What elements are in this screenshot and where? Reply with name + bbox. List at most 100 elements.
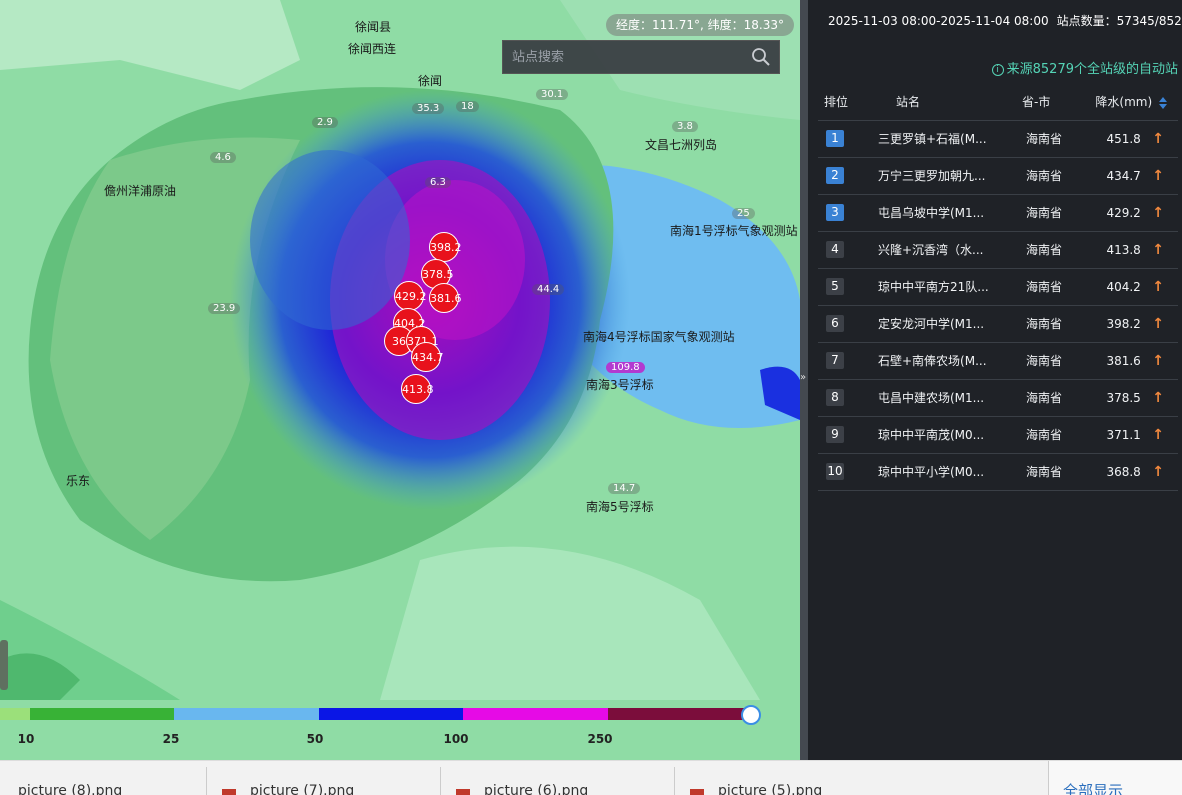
station-count: 站点数量：57345/85279 [1056, 14, 1182, 28]
trend-up-icon: ↑ [1152, 204, 1164, 221]
station-search-input[interactable]: 站点搜索 [502, 40, 780, 74]
station-name[interactable]: 屯昌中建农场(M1... [878, 379, 1010, 417]
table-row[interactable]: 6 定安龙河中学(M1... 海南省 398.2 ↑ [818, 305, 1178, 343]
ranking-panel: 2025-11-03 08:00-2025-11-04 08:00 站点数量：57… [808, 0, 1182, 760]
trend-up-icon: ↑ [1152, 130, 1164, 147]
rank-badge: 6 [826, 315, 844, 332]
table-row[interactable]: 4 兴隆+沉香湾（水... 海南省 413.8 ↑ [818, 231, 1178, 269]
legend-segment [0, 708, 30, 720]
col-rain-sort[interactable]: 降水(mm) [1090, 84, 1178, 121]
place-name: 儋州洋浦原油 [104, 184, 177, 198]
table-row[interactable]: 7 石壁+南俸农场(M... 海南省 381.6 ↑ [818, 342, 1178, 380]
download-item[interactable]: picture (7).png [222, 761, 354, 795]
download-filename: picture (6).png [484, 783, 589, 795]
trend-up-icon: ↑ [1152, 241, 1164, 258]
station-name[interactable]: 兴隆+沉香湾（水... [878, 231, 1010, 269]
table-row[interactable]: 8 屯昌中建农场(M1... 海南省 378.5 ↑ [818, 379, 1178, 417]
station-name[interactable]: 万宁三更罗加朝九... [878, 157, 1010, 195]
rank-badge: 7 [826, 352, 844, 369]
map-base-layer [0, 0, 800, 760]
rain-peak-marker[interactable]: 381.6 [429, 283, 462, 313]
table-row[interactable]: 1 三更罗镇+石福(M... 海南省 451.8 ↑ [818, 120, 1178, 158]
trend-up-icon: ↑ [1152, 278, 1164, 295]
legend-tick: 100 [443, 732, 469, 746]
file-icon [222, 789, 236, 795]
province-name: 海南省 [1010, 379, 1090, 417]
station-value-label[interactable]: 2.9 [312, 117, 338, 128]
rain-peak-marker[interactable]: 429.2 [394, 281, 427, 311]
download-filename: picture (8).png [18, 783, 123, 795]
download-item[interactable]: picture (6).png [456, 761, 588, 795]
info-icon: i [991, 64, 1004, 76]
col-rain-label: 降水(mm) [1095, 95, 1153, 110]
station-value-label[interactable]: 35.3 [412, 103, 445, 114]
rain-value: 451.8 [1106, 131, 1141, 146]
station-value-label[interactable]: 23.9 [208, 303, 241, 314]
place-name: 文昌七洲列岛 [645, 138, 718, 152]
station-value-label[interactable]: 109.8 [606, 362, 645, 373]
station-name[interactable]: 定安龙河中学(M1... [878, 305, 1010, 343]
rain-value: 434.7 [1106, 168, 1141, 183]
station-name[interactable]: 琼中中平南方21队... [878, 268, 1010, 306]
rain-value: 378.5 [1106, 390, 1141, 405]
table-header: 排位 站名 省-市 降水(mm) [818, 84, 1178, 121]
legend-segment [30, 708, 174, 720]
rank-badge: 3 [826, 204, 844, 221]
place-name: 南海4号浮标国家气象观测站 [583, 330, 735, 344]
place-name: 徐闻县 [355, 20, 392, 34]
station-value-label[interactable]: 6.3 [425, 177, 451, 188]
table-row[interactable]: 9 琼中中平南茂(M0... 海南省 371.1 ↑ [818, 416, 1178, 454]
place-name: 乐东 [66, 474, 91, 488]
table-row[interactable]: 2 万宁三更罗加朝九... 海南省 434.7 ↑ [818, 157, 1178, 195]
station-value-label[interactable]: 3.8 [672, 121, 698, 132]
col-station: 站名 [878, 84, 1010, 121]
province-name: 海南省 [1010, 416, 1090, 454]
legend-slider-handle[interactable] [741, 705, 761, 725]
table-row[interactable]: 10 琼中中平小学(M0... 海南省 368.8 ↑ [818, 453, 1178, 491]
ranking-table: 排位 站名 省-市 降水(mm) 1 三更罗镇+石福(M... 海南省 451.8 ↑… [818, 84, 1178, 491]
rank-badge: 5 [826, 278, 844, 295]
legend-segment [608, 708, 751, 720]
panel-collapse-handle[interactable]: » [800, 0, 808, 760]
station-name[interactable]: 琼中中平南茂(M0... [878, 416, 1010, 454]
legend-tick: 50 [306, 732, 324, 746]
rain-value: 368.8 [1106, 464, 1141, 479]
rank-badge: 10 [826, 463, 844, 480]
station-value-label[interactable]: 18 [456, 101, 479, 112]
province-name: 海南省 [1010, 157, 1090, 195]
download-item[interactable]: picture (8).png [18, 761, 122, 795]
station-value-label[interactable]: 14.7 [608, 483, 641, 494]
station-name[interactable]: 三更罗镇+石福(M... [878, 120, 1010, 158]
show-all-button[interactable]: 全部显示 [1048, 761, 1182, 795]
station-name[interactable]: 屯昌乌坡中学(M1... [878, 194, 1010, 232]
trend-up-icon: ↑ [1152, 167, 1164, 184]
rain-peak-marker[interactable]: 398.2 [429, 232, 462, 262]
place-name: 徐闻西连 [348, 42, 397, 56]
col-province: 省-市 [1010, 84, 1090, 121]
sort-icon[interactable] [1158, 96, 1168, 110]
table-row[interactable]: 3 屯昌乌坡中学(M1... 海南省 429.2 ↑ [818, 194, 1178, 232]
station-value-label[interactable]: 30.1 [536, 89, 569, 100]
collapse-arrow-icon[interactable]: » [800, 372, 806, 383]
table-row[interactable]: 5 琼中中平南方21队... 海南省 404.2 ↑ [818, 268, 1178, 306]
search-icon[interactable] [751, 47, 771, 67]
rank-badge: 4 [826, 241, 844, 258]
station-value-label[interactable]: 44.4 [532, 284, 565, 295]
time-range: 2025-11-03 08:00-2025-11-04 08:00 [828, 14, 1049, 28]
rainfall-map[interactable]: 35.3 18 30.1 3.8 25 44.4 109.8 14.7 2.9 … [0, 0, 800, 760]
rain-peak-marker[interactable]: 413.8 [401, 374, 434, 404]
rain-value: 398.2 [1106, 316, 1141, 331]
rain-peak-marker[interactable]: 434.7 [411, 342, 444, 372]
rain-value: 371.1 [1106, 427, 1141, 442]
col-rank: 排位 [818, 84, 878, 121]
download-filename: picture (5).png [718, 783, 823, 795]
download-item[interactable]: picture (5).png [690, 761, 822, 795]
province-name: 海南省 [1010, 194, 1090, 232]
legend-tick: 250 [587, 732, 613, 746]
station-name[interactable]: 石壁+南俸农场(M... [878, 342, 1010, 380]
station-value-label[interactable]: 4.6 [210, 152, 236, 163]
trend-up-icon: ↑ [1152, 352, 1164, 369]
legend-tick: 25 [162, 732, 180, 746]
station-name[interactable]: 琼中中平小学(M0... [878, 453, 1010, 491]
station-value-label[interactable]: 25 [732, 208, 755, 219]
